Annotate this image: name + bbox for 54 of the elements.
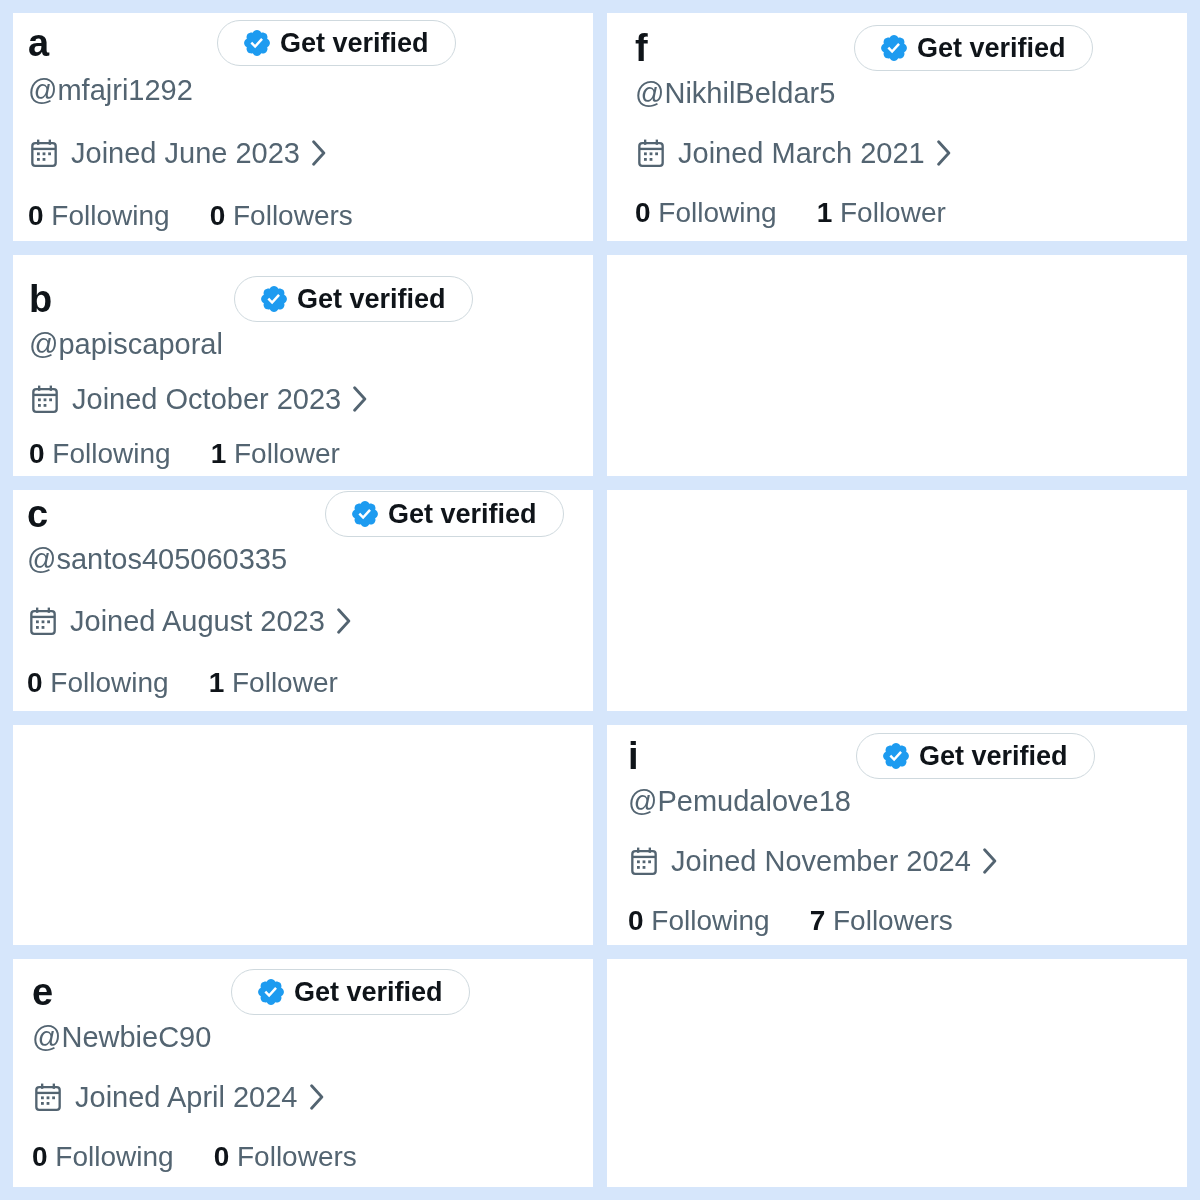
followers-count-link[interactable]: 0 Followers [209,198,353,234]
chevron-right-icon [309,1084,324,1110]
chevron-right-icon [353,386,368,412]
followers-count-link[interactable]: 1 Follower [210,436,340,472]
profile-letter: c [27,492,49,537]
verified-badge-icon [352,501,378,527]
chevron-right-icon [336,608,351,634]
get-verified-button[interactable]: Get verified [856,733,1095,779]
calendar-icon [30,607,56,635]
calendar-icon [638,139,664,167]
username-handle: @mfajri1292 [28,73,193,108]
followers-count-link[interactable]: 7 Followers [809,903,953,939]
joined-date: Joined April 2024 [75,1080,298,1115]
username-handle: @papiscaporal [29,327,223,362]
chevron-right-icon [936,140,951,166]
calendar-icon [631,847,657,875]
calendar-icon [31,139,57,167]
joined-date: Joined March 2021 [678,136,925,171]
calendar-icon [35,1083,61,1111]
following-count-link[interactable]: 0 Following [29,436,171,472]
get-verified-button[interactable]: Get verified [234,276,473,322]
get-verified-button[interactable]: Get verified [231,969,470,1015]
verified-badge-icon [883,743,909,769]
following-count-link[interactable]: 0 Following [27,665,169,701]
following-count-link[interactable]: 0 Following [32,1139,174,1175]
joined-date: Joined October 2023 [72,382,342,417]
username-handle: @NikhilBeldar5 [635,76,836,111]
profile-letter: f [635,26,648,71]
chevron-right-icon [312,140,326,166]
following-count-link[interactable]: 0 Following [28,198,170,234]
chevron-right-icon [982,848,997,874]
following-count-link[interactable]: 0 Following [628,903,770,939]
profile-letter: b [29,277,53,322]
username-handle: @Pemudalove18 [628,784,851,819]
profile-letter: e [32,970,54,1015]
joined-date: Joined August 2023 [70,604,325,639]
following-count-link[interactable]: 0 Following [635,195,777,231]
username-handle: @santos405060335 [27,542,288,577]
get-verified-button[interactable]: Get verified [325,491,564,537]
followers-count-link[interactable]: 1 Follower [816,195,946,231]
calendar-icon [32,385,58,413]
followers-count-link[interactable]: 0 Followers [213,1139,357,1175]
verified-badge-icon [244,30,270,56]
verified-badge-icon [881,35,907,61]
verified-badge-icon [261,286,287,312]
get-verified-button[interactable]: Get verified [217,20,456,66]
profile-letter: i [628,734,639,779]
get-verified-button[interactable]: Get verified [854,25,1093,71]
verified-badge-icon [258,979,284,1005]
followers-count-link[interactable]: 1 Follower [208,665,338,701]
profile-letter: a [28,21,50,66]
joined-date: Joined November 2024 [671,844,971,879]
username-handle: @NewbieC90 [32,1020,212,1055]
joined-date: Joined June 2023 [71,136,300,171]
